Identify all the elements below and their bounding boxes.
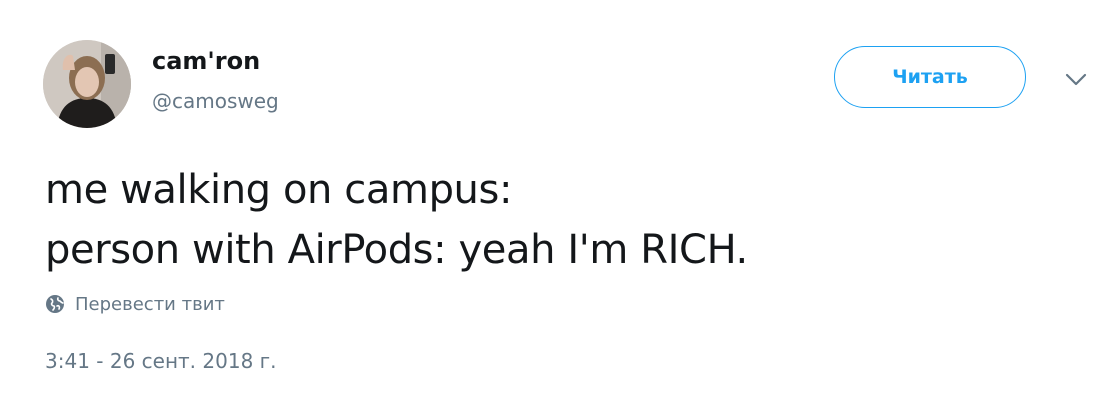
translate-tweet-link[interactable]: Перевести твит bbox=[45, 290, 225, 318]
tweet-text-line: me walking on campus: bbox=[45, 167, 513, 213]
tweet-text: me walking on campus: person with AirPod… bbox=[45, 160, 1075, 280]
avatar-photo bbox=[43, 40, 131, 128]
user-handle[interactable]: @camosweg bbox=[152, 88, 279, 114]
chevron-down-icon[interactable] bbox=[1064, 72, 1088, 88]
globe-icon bbox=[45, 294, 65, 314]
avatar[interactable] bbox=[43, 40, 131, 128]
tweet-text-line: person with AirPods: yeah I'm RICH. bbox=[45, 227, 748, 273]
follow-button[interactable]: Читать bbox=[834, 46, 1026, 108]
translate-label: Перевести твит bbox=[75, 293, 225, 315]
display-name[interactable]: cam'ron bbox=[152, 46, 260, 76]
tweet-timestamp[interactable]: 3:41 - 26 сент. 2018 г. bbox=[45, 346, 277, 376]
